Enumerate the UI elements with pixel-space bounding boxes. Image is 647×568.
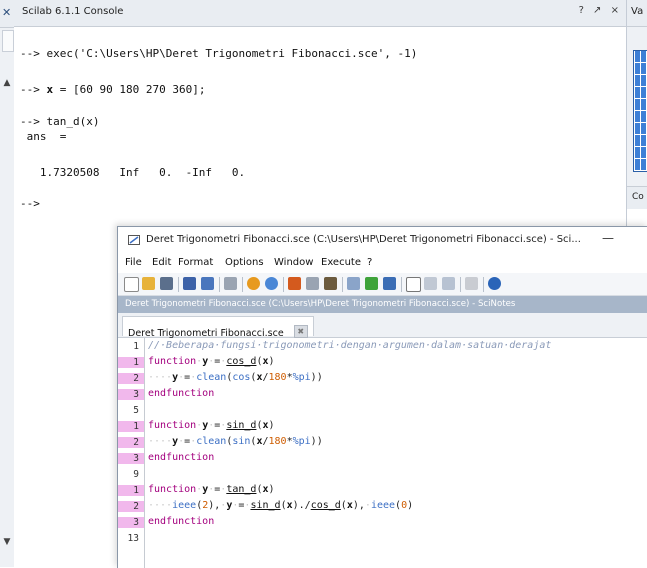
line-number: 5	[133, 405, 139, 416]
editor-tabs: Deret Trigonometri Fibonacci.sce ✖	[118, 313, 647, 339]
open-file-icon[interactable]	[142, 277, 155, 290]
minimize-icon[interactable]: —	[602, 231, 614, 245]
undo-icon[interactable]	[247, 277, 260, 290]
line-number: 3	[118, 389, 144, 400]
tab-deret-trigonometri[interactable]: Deret Trigonometri Fibonacci.sce ✖	[122, 316, 314, 339]
run-selection-icon[interactable]	[424, 277, 437, 290]
line-number: 9	[133, 469, 139, 480]
left-panel-tool[interactable]	[2, 30, 14, 52]
open-folder-icon[interactable]	[160, 277, 173, 290]
help-icon[interactable]	[488, 277, 501, 290]
console-title: Scilab 6.1.1 Console	[22, 6, 124, 17]
scinotes-titlebar[interactable]: Deret Trigonometri Fibonacci.sce (C:\Use…	[118, 227, 647, 254]
scinotes-window: Deret Trigonometri Fibonacci.sce (C:\Use…	[117, 226, 647, 568]
code-line: function·y·=·tan_d(x)	[148, 484, 275, 495]
line-number: 13	[127, 533, 139, 544]
cut-icon[interactable]	[288, 277, 301, 290]
toolbar-separator	[178, 277, 179, 292]
toolbar	[118, 273, 647, 296]
menu-file[interactable]: File	[125, 257, 142, 268]
paste-icon[interactable]	[324, 277, 337, 290]
toolbar-separator	[483, 277, 484, 292]
left-dock-panel: ▲ ▼	[0, 0, 15, 567]
console-window-controls[interactable]: ? ↗ ×	[579, 5, 622, 16]
variable-browser-title: Va	[631, 6, 644, 17]
execute-echo-icon[interactable]	[383, 277, 396, 290]
console-line: --> exec('C:\Users\HP\Deret Trigonometri…	[20, 47, 418, 60]
menu-help[interactable]: ?	[367, 257, 372, 268]
line-number: 2	[118, 501, 144, 512]
code-line: //·Beberapa·fungsi·trigonometri·dengan·a…	[148, 340, 552, 351]
toolbar-separator	[342, 277, 343, 292]
toolbar-separator	[460, 277, 461, 292]
menu-format[interactable]: Format	[178, 257, 213, 268]
menu-edit[interactable]: Edit	[152, 257, 171, 268]
file-path-text: Deret Trigonometri Fibonacci.sce (C:\Use…	[125, 299, 516, 309]
console-line: --> x = [60 90 180 270 360];	[20, 83, 206, 96]
console-titlebar: Scilab 6.1.1 Console ? ↗ ×	[14, 0, 626, 27]
menu-options[interactable]: Options	[225, 257, 264, 268]
line-number: 1	[133, 341, 139, 352]
close-tab-icon[interactable]: ✖	[293, 325, 308, 338]
execute-file-icon[interactable]	[365, 277, 378, 290]
redo-icon[interactable]	[265, 277, 278, 290]
code-line: ····ieee(2),·y·=·sin_d(x)./cos_d(x),·iee…	[148, 500, 414, 511]
close-left-panel-icon[interactable]: ✕	[2, 6, 11, 19]
code-line: function·y·=·cos_d(x)	[148, 356, 275, 367]
line-number: 1	[118, 357, 144, 368]
scinotes-window-title: Deret Trigonometri Fibonacci.sce (C:\Use…	[146, 234, 581, 245]
line-number: 1	[118, 485, 144, 496]
print-icon[interactable]	[224, 277, 237, 290]
file-path-bar: Deret Trigonometri Fibonacci.sce (C:\Use…	[118, 296, 647, 313]
console-line: ans =	[20, 130, 67, 143]
line-number: 1	[118, 421, 144, 432]
scinotes-app-icon	[128, 235, 140, 245]
save-icon[interactable]	[183, 277, 196, 290]
toolbar-separator	[219, 277, 220, 292]
code-line: endfunction	[148, 516, 215, 527]
line-number: 3	[118, 517, 144, 528]
console-line: --> tan_d(x)	[20, 115, 100, 128]
toolbar-separator	[401, 277, 402, 292]
line-number: 2	[118, 437, 144, 448]
line-number: 3	[118, 453, 144, 464]
code-line: function·y·=·sin_d(x)	[148, 420, 275, 431]
code-line: endfunction	[148, 452, 215, 463]
code-editor[interactable]: 1 1 2 3 5 1 2 3 9 1 2 3 13 //·Beberapa·fungsi·trigon…	[118, 338, 647, 568]
run-icon[interactable]	[406, 277, 421, 292]
code-line: ····y·=·clean(cos(x/180*%pi))	[148, 372, 323, 383]
save-as-icon[interactable]	[201, 277, 214, 290]
toolbar-separator	[242, 277, 243, 292]
menu-window[interactable]: Window	[274, 257, 313, 268]
preferences-icon[interactable]	[465, 277, 478, 290]
menu-execute[interactable]: Execute	[321, 257, 361, 268]
scroll-down-icon[interactable]: ▼	[1, 536, 13, 548]
menu-bar: File Edit Format Options Window Execute …	[118, 254, 647, 273]
line-number-gutter: 1 1 2 3 5 1 2 3 9 1 2 3 13	[118, 338, 145, 568]
tools-icon[interactable]	[442, 277, 455, 290]
line-number: 2	[118, 373, 144, 384]
code-line: endfunction	[148, 388, 215, 399]
find-icon[interactable]	[347, 277, 360, 290]
scroll-up-icon[interactable]: ▲	[1, 77, 13, 89]
code-line: ····y·=·clean(sin(x/180*%pi))	[148, 436, 323, 447]
command-history-title: Co	[632, 192, 644, 202]
variable-browser-table[interactable]	[633, 50, 647, 172]
copy-icon[interactable]	[306, 277, 319, 290]
console-prompt[interactable]: -->	[20, 197, 40, 210]
new-file-icon[interactable]	[124, 277, 139, 292]
console-line: 1.7320508 Inf 0. -Inf 0.	[20, 166, 246, 179]
toolbar-separator	[283, 277, 284, 292]
